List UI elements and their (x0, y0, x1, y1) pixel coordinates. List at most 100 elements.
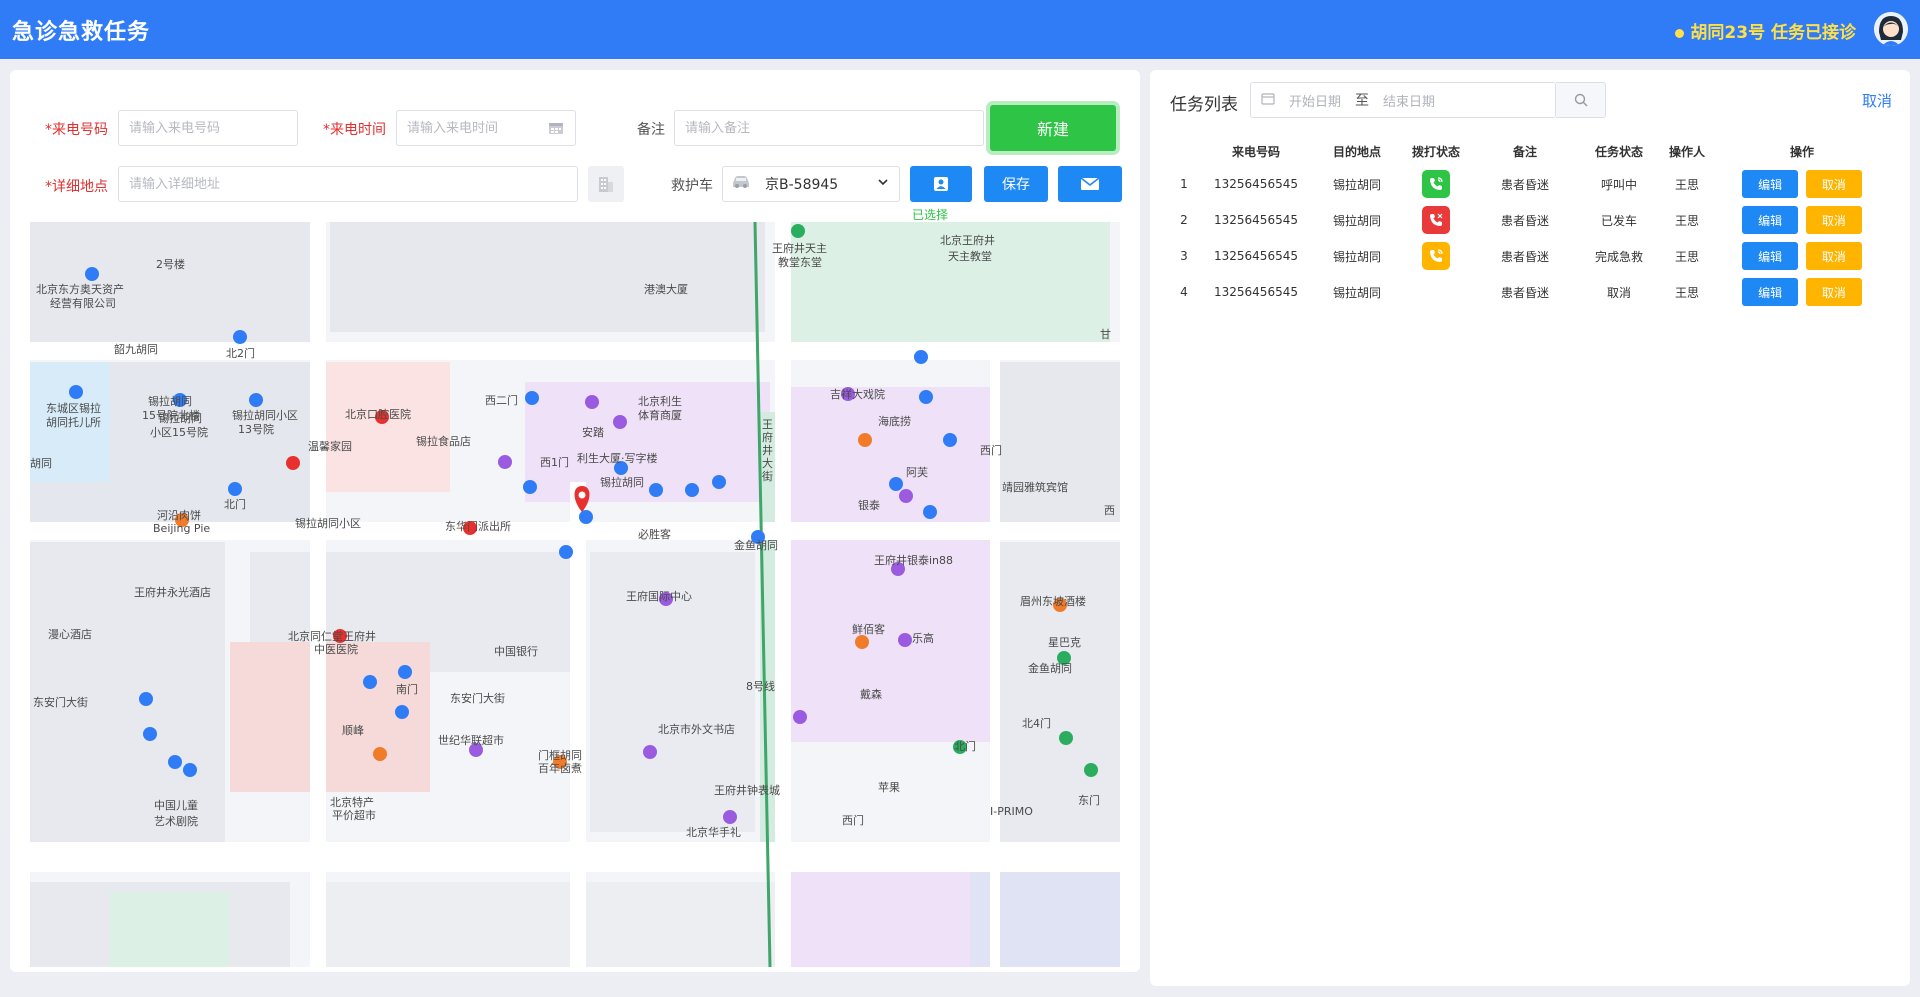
phone-label: *来电号码 (45, 122, 108, 138)
row-destination: 锡拉胡同 (1332, 177, 1381, 192)
map-label: 必胜客 (638, 527, 671, 541)
map-label: 街 (762, 469, 773, 483)
map-label: I-PRIMO (990, 805, 1033, 818)
map-label: 北2门 (226, 346, 255, 360)
map-label: 天主教堂 (948, 250, 992, 263)
table-row: 1 13256456545 锡拉胡同 患者昏迷 呼叫中 王思 编辑 取消 (1168, 166, 1888, 202)
cancel-button[interactable]: 取消 (1805, 170, 1862, 198)
map-label: 2号楼 (156, 257, 185, 271)
end-date-input[interactable]: 结束日期 (1383, 91, 1435, 110)
row-remark: 患者昏迷 (1500, 177, 1549, 192)
address-label: *详细地点 (45, 179, 108, 195)
column-header: 来电号码 (1231, 144, 1280, 159)
map-label: 南门 (396, 682, 418, 696)
map-label: 鲜佰客 (852, 622, 885, 636)
cancel-button[interactable]: 取消 (1805, 206, 1862, 234)
car-icon (731, 175, 751, 193)
edit-button[interactable]: 编辑 (1742, 206, 1799, 234)
edit-button[interactable]: 编辑 (1742, 242, 1799, 270)
cancel-button[interactable]: 取消 (1805, 242, 1862, 270)
row-remark: 患者昏迷 (1500, 249, 1549, 264)
phone-input[interactable] (118, 110, 298, 146)
ambulance-select[interactable]: 京B-58945 (722, 166, 900, 202)
map-label: 府 (762, 430, 773, 444)
cancel-link[interactable]: 取消 (1862, 90, 1892, 111)
map-view[interactable]: 2号楼 北京东方奥天资产 经营有限公司 韶九胡同 北2门 锡拉胡同 15号院北楼… (30, 222, 1120, 967)
map-label: 漫心酒店 (48, 627, 92, 641)
task-list-panel: 任务列表 开始日期 至 结束日期 取消 来电号码 目的地点 拨打状态 备注 任务… (1150, 70, 1910, 986)
map-label: Beijing Pie (153, 522, 210, 535)
map-label: 北4门 (1022, 716, 1051, 730)
map-label: 东城区锡拉 (46, 401, 101, 415)
phone-ringing-icon[interactable] (1422, 242, 1450, 270)
map-label: 北京王府井 (940, 233, 995, 247)
row-remark: 患者昏迷 (1500, 285, 1549, 300)
map-label: 小区15号院 (150, 425, 208, 439)
contact-button[interactable] (910, 166, 972, 202)
column-header: 操作 (1789, 144, 1814, 159)
row-operator: 王思 (1674, 249, 1699, 264)
row-operator: 王思 (1674, 285, 1699, 300)
map-label: 平价超市 (332, 808, 376, 822)
row-index: 2 (1180, 213, 1188, 227)
address-input[interactable] (118, 166, 578, 202)
search-button[interactable] (1556, 82, 1606, 118)
send-message-button[interactable] (1058, 166, 1122, 202)
map-label: 乐高 (912, 631, 934, 645)
map-label: 井 (762, 443, 773, 457)
app-header: 急诊急救任务 胡同23号 任务已接诊 (0, 0, 1920, 59)
map-label: 北京利生 (638, 394, 682, 408)
map-label: 东门 (1078, 793, 1100, 807)
edit-button[interactable]: 编辑 (1742, 170, 1799, 198)
row-phone: 13256456545 (1214, 177, 1298, 191)
task-table: 来电号码 目的地点 拨打状态 备注 任务状态 操作人 操作 1 13256456… (1168, 136, 1888, 310)
phone-hangup-icon[interactable] (1422, 206, 1450, 234)
task-status-indicator: 胡同23号 任务已接诊 (1675, 18, 1856, 43)
map-label: 西 (1104, 504, 1115, 517)
map-label: 东华门派出所 (445, 519, 511, 533)
date-range-picker[interactable]: 开始日期 至 结束日期 (1250, 82, 1556, 118)
map-label: 经营有限公司 (50, 296, 116, 310)
save-button[interactable]: 保存 (984, 166, 1048, 202)
row-destination: 锡拉胡同 (1332, 285, 1381, 300)
map-label: 锡拉胡同小区 (295, 516, 361, 530)
phone-call-icon[interactable] (1422, 170, 1450, 198)
map-label: 北京同仁堂王府井 (288, 629, 376, 643)
remark-label: 备注 (637, 122, 665, 138)
map-label: 胡同 (30, 456, 52, 470)
map-label: 8号线 (746, 679, 775, 693)
map-label: 锡拉胡同 (148, 394, 192, 408)
map-label: 苹果 (878, 780, 900, 794)
status-dot-icon (1675, 28, 1685, 38)
row-call-status (1402, 274, 1470, 310)
date-separator: 至 (1355, 93, 1370, 109)
row-status: 取消 (1606, 285, 1631, 300)
task-list-title: 任务列表 (1170, 95, 1238, 115)
map-label: 银泰 (858, 498, 880, 512)
map-label: 西1门 (540, 455, 569, 469)
remark-input[interactable] (674, 110, 984, 146)
map-label: 甘 (1100, 328, 1111, 341)
column-header: 操作人 (1668, 144, 1705, 159)
row-remark: 患者昏迷 (1500, 213, 1549, 228)
building-icon[interactable] (588, 166, 624, 202)
map-label: 金鱼胡同 (1028, 661, 1072, 675)
row-status: 呼叫中 (1600, 177, 1637, 192)
map-label: 东安门大街 (33, 695, 88, 709)
map-label: 东安门大街 (450, 691, 505, 705)
cancel-button[interactable]: 取消 (1805, 278, 1862, 306)
edit-button[interactable]: 编辑 (1742, 278, 1799, 306)
map-label: 吉祥大戏院 (830, 387, 885, 401)
map-label: 王府井天主 (772, 241, 827, 255)
row-index: 1 (1180, 177, 1188, 191)
calendar-icon[interactable] (548, 120, 564, 139)
map-label: 阿芙 (906, 465, 928, 479)
map-label: 教堂东堂 (778, 256, 822, 269)
map-label: 中国儿童 (154, 798, 198, 812)
start-date-input[interactable]: 开始日期 (1289, 91, 1341, 110)
map-label: 温馨家园 (308, 439, 352, 453)
new-button[interactable]: 新建 (990, 105, 1116, 151)
row-index: 4 (1180, 285, 1188, 299)
avatar[interactable] (1874, 12, 1908, 46)
map-label: 世纪华联超市 (438, 733, 504, 747)
